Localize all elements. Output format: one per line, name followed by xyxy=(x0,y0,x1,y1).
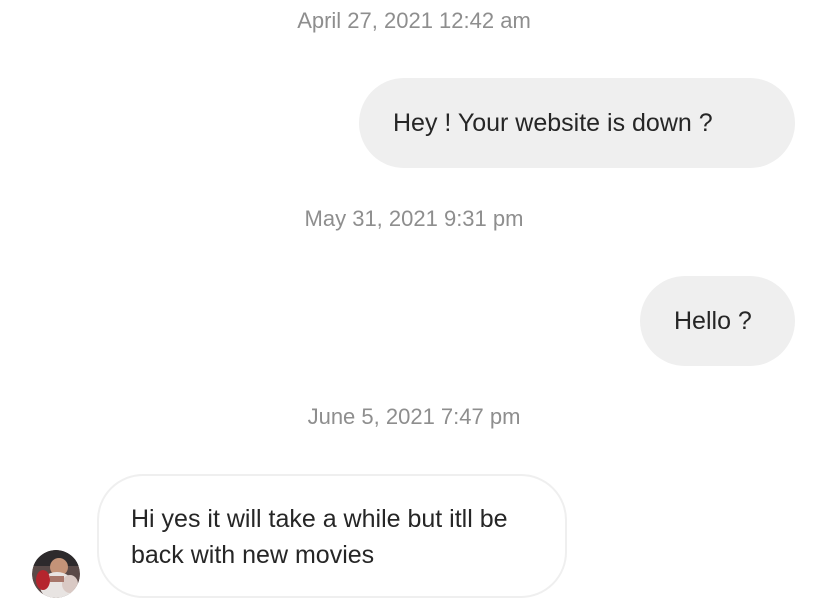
sender-avatar[interactable] xyxy=(32,550,80,598)
message-timestamp: May 31, 2021 9:31 pm xyxy=(304,206,524,231)
outgoing-message-bubble[interactable]: Hey ! Your website is down ? xyxy=(359,78,795,168)
incoming-message-bubble[interactable]: Hi yes it will take a while but itll be … xyxy=(97,474,567,598)
message-timestamp: June 5, 2021 7:47 pm xyxy=(307,404,521,429)
message-timestamp: April 27, 2021 12:42 am xyxy=(297,8,531,33)
avatar-photo-icon xyxy=(32,550,80,598)
outgoing-message-bubble[interactable]: Hello ? xyxy=(640,276,795,366)
